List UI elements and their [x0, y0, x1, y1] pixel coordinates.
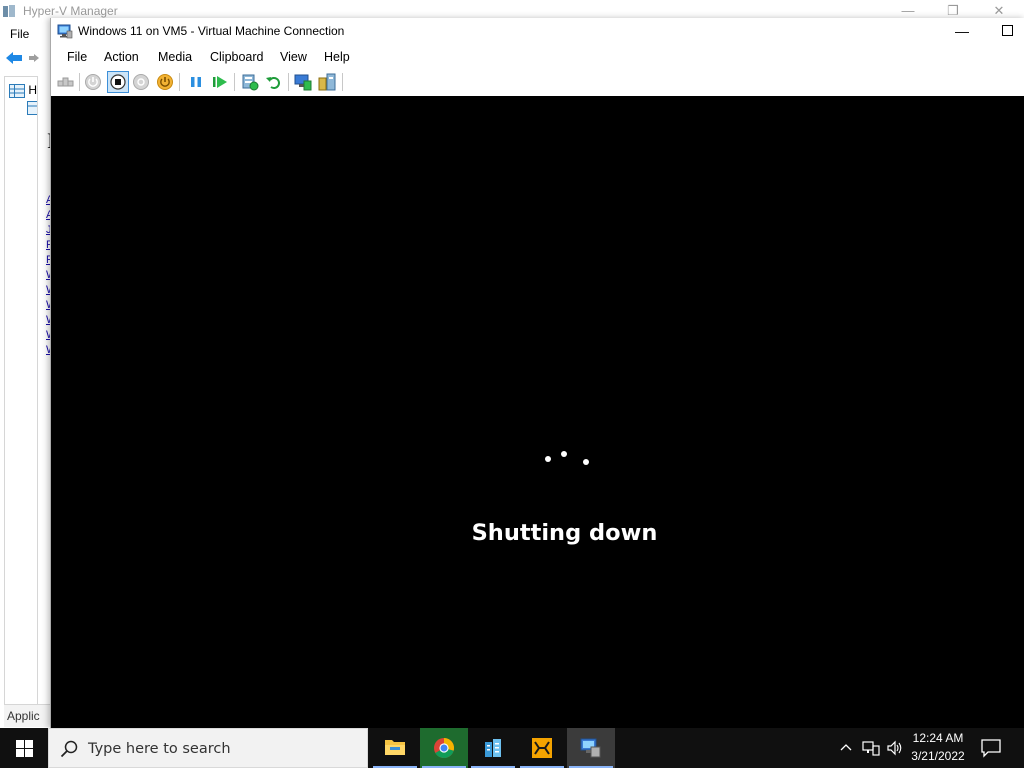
hyperv-toolbar — [0, 44, 50, 72]
taskbar-hyperv-manager[interactable] — [567, 728, 615, 768]
enhanced-session-icon[interactable] — [293, 72, 313, 92]
vm-toolbar — [51, 68, 1024, 97]
vmware-icon — [532, 738, 552, 758]
menu-action[interactable]: Action — [104, 50, 139, 64]
hyperv-virtual-machines-pane: I A A J R R W W W W W W — [37, 76, 51, 704]
toolbar-separator — [79, 73, 80, 91]
turn-off-icon[interactable] — [107, 71, 129, 93]
vm-connection-icon — [57, 24, 73, 39]
pause-icon[interactable] — [186, 72, 206, 92]
tree-item-hyperv[interactable]: H — [9, 83, 38, 99]
save-icon[interactable] — [155, 72, 175, 92]
chrome-icon — [434, 738, 455, 759]
revert-icon[interactable] — [264, 72, 284, 92]
minimize-button[interactable]: — — [944, 18, 980, 44]
clock-time[interactable]: 12:24 AM — [906, 731, 970, 745]
shut-down-icon[interactable] — [131, 72, 151, 92]
status-text: Applic — [7, 709, 40, 723]
server-manager-icon — [485, 739, 501, 757]
server-grid-icon — [9, 83, 25, 98]
taskbar-server-manager[interactable] — [469, 728, 517, 768]
spinner-dot — [583, 459, 589, 465]
show-hidden-icons-icon[interactable] — [838, 740, 854, 756]
spinner-dot — [545, 456, 551, 462]
menu-clipboard[interactable]: Clipboard — [210, 50, 264, 64]
network-icon[interactable] — [862, 740, 880, 756]
taskbar-vmware[interactable] — [518, 728, 566, 768]
menu-help[interactable]: Help — [324, 50, 350, 64]
start-button[interactable] — [0, 728, 48, 768]
toolbar-separator — [179, 73, 180, 91]
vm-window-title: Windows 11 on VM5 - Virtual Machine Conn… — [78, 24, 345, 38]
menu-media[interactable]: Media — [158, 50, 192, 64]
bg-menu-file[interactable]: File — [10, 27, 29, 41]
folder-icon — [385, 740, 405, 755]
toolbar-separator — [288, 73, 289, 91]
vm-menubar: File Action Media Clipboard View Help — [51, 44, 1024, 68]
ctrl-alt-del-icon[interactable] — [55, 72, 75, 92]
spinner-dot — [561, 451, 567, 457]
taskbar: Type here to search 12:24 AM 3/21/2022 — [0, 728, 1024, 768]
resume-icon[interactable] — [210, 72, 230, 92]
taskbar-file-explorer[interactable] — [371, 728, 419, 768]
clock-date[interactable]: 3/21/2022 — [906, 749, 970, 763]
hyperv-manager-taskbar-icon — [580, 738, 601, 758]
vm-connection-window: Windows 11 on VM5 - Virtual Machine Conn… — [50, 18, 1024, 728]
start-icon[interactable] — [83, 72, 103, 92]
maximize-button[interactable] — [989, 18, 1024, 44]
menu-view[interactable]: View — [280, 50, 307, 64]
taskbar-search-box[interactable]: Type here to search — [48, 728, 368, 768]
forward-arrow-icon[interactable] — [28, 52, 40, 64]
toolbar-separator — [342, 73, 343, 91]
menu-file[interactable]: File — [67, 50, 87, 64]
search-icon — [60, 740, 78, 758]
tree-item-label: H — [28, 83, 38, 97]
shutting-down-text: Shutting down — [471, 520, 658, 546]
share-icon[interactable] — [317, 72, 337, 92]
toolbar-separator — [234, 73, 235, 91]
taskbar-chrome[interactable] — [420, 728, 468, 768]
maximize-icon — [1002, 25, 1013, 36]
back-arrow-icon[interactable] — [5, 50, 23, 66]
hyperv-tree-pane: H — [4, 76, 38, 706]
vm-titlebar[interactable]: Windows 11 on VM5 - Virtual Machine Conn… — [51, 18, 1024, 44]
hyperv-manager-icon — [3, 5, 15, 17]
hyperv-status-bar: Applic — [4, 704, 50, 727]
search-placeholder: Type here to search — [88, 741, 231, 757]
notification-center-icon[interactable] — [980, 738, 1002, 758]
vm-display[interactable]: Shutting down — [51, 96, 1024, 728]
windows-logo-icon — [16, 740, 33, 757]
checkpoint-icon[interactable] — [240, 72, 260, 92]
volume-icon[interactable] — [886, 740, 904, 756]
hyperv-manager-title: Hyper-V Manager — [23, 4, 118, 18]
